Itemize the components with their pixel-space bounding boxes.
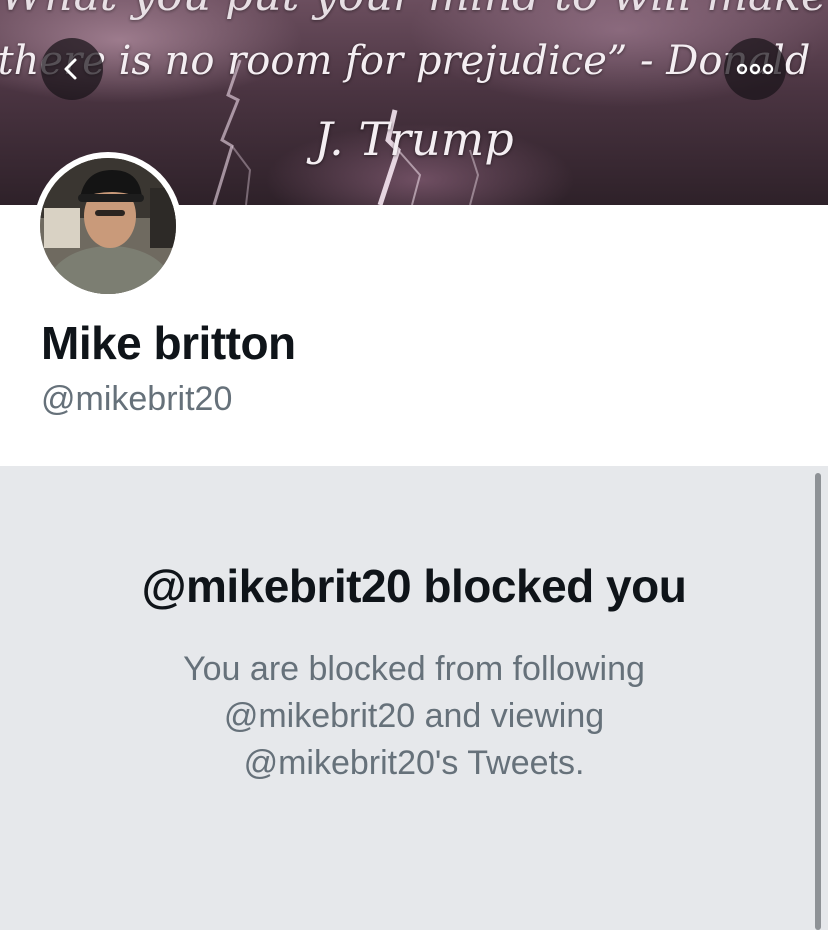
blocked-title: @mikebrit20 blocked you <box>141 560 687 612</box>
more-options-button[interactable] <box>724 38 786 100</box>
profile-handle: @mikebrit20 <box>41 380 233 418</box>
back-button[interactable] <box>41 38 103 100</box>
blocked-message: You are blocked from following @mikebrit… <box>183 650 645 782</box>
blocked-notice-panel: @mikebrit20 blocked you You are blocked … <box>0 466 828 930</box>
more-horizontal-icon <box>736 63 774 75</box>
avatar-photo <box>40 158 176 294</box>
avatar[interactable] <box>34 152 182 300</box>
banner-quote-line-1: there is no room for prejudice” - Donald <box>0 38 811 84</box>
banner-quote-top: What you put your mind to will make it, <box>0 0 828 21</box>
chevron-left-icon <box>64 58 77 80</box>
profile-display-name: Mike britton <box>41 317 296 369</box>
scrollbar[interactable] <box>815 473 821 930</box>
